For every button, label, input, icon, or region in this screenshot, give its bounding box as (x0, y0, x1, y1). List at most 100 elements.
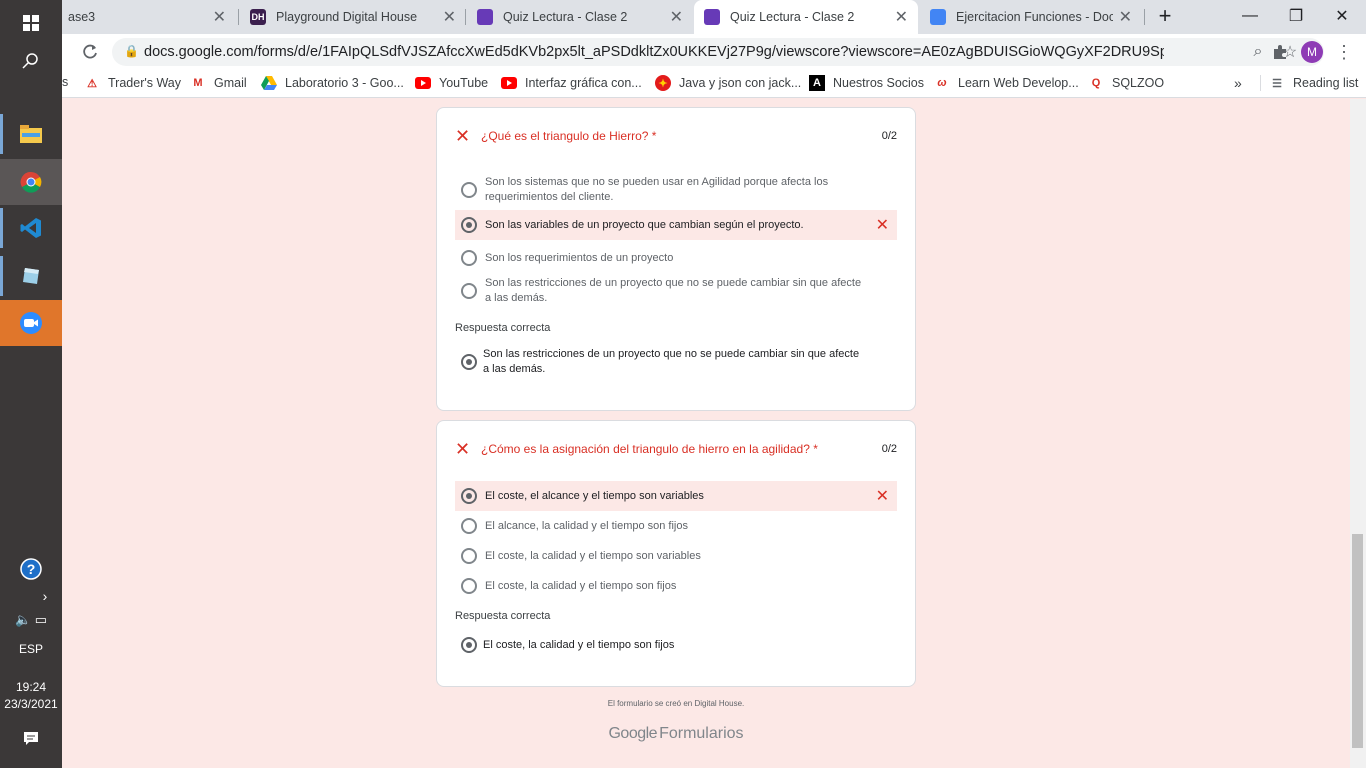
reading-list-icon: ☰ (1272, 77, 1282, 90)
new-tab-icon[interactable]: + (1142, 0, 1188, 32)
bookmark-traders-way[interactable]: ⚠ Trader's Way (84, 75, 181, 91)
close-window-icon[interactable]: ✕ (1319, 0, 1365, 32)
language-indicator[interactable]: ESP (0, 642, 62, 656)
reload-icon[interactable] (76, 38, 104, 66)
address-bar[interactable]: 🔒 docs.google.com/forms/d/e/1FAIpQLSdfVJ… (112, 38, 1324, 66)
search-icon[interactable] (0, 38, 62, 84)
question-title: ¿Qué es el triangulo de Hierro? * (481, 129, 657, 143)
form-page: ✕ ¿Qué es el triangulo de Hierro? * 0/2 … (62, 99, 1350, 768)
radio-button-selected[interactable] (461, 217, 477, 233)
question-card: ✕ ¿Qué es el triangulo de Hierro? * 0/2 … (436, 107, 916, 411)
radio-button[interactable] (461, 283, 477, 299)
bookmark-interfaz[interactable]: Interfaz gráfica con... (501, 75, 642, 91)
question-header: ✕ ¿Qué es el triangulo de Hierro? * 0/2 (455, 126, 897, 146)
option[interactable]: Son las restricciones de un proyecto que… (455, 275, 897, 307)
option[interactable]: El alcance, la calidad y el tiempo son f… (455, 516, 897, 536)
incorrect-icon: ✕ (455, 125, 471, 146)
java-icon: ✦ (655, 75, 671, 91)
close-icon[interactable]: ✕ (1119, 7, 1132, 27)
extensions-icon[interactable] (1266, 38, 1294, 66)
question-score: 0/2 (881, 443, 897, 455)
bookmark-java-json[interactable]: ✦ Java y json con jack... (655, 75, 801, 91)
option[interactable]: El coste, la calidad y el tiempo son var… (455, 546, 897, 566)
radio-button[interactable] (461, 182, 477, 198)
tab-quiz-1[interactable]: Quiz Lectura - Clase 2 ✕ (467, 0, 693, 34)
question-header: ✕ ¿Cómo es la asignación del triangulo d… (455, 439, 897, 459)
close-icon[interactable]: ✕ (213, 7, 226, 27)
reading-list[interactable]: ☰ Reading list (1260, 75, 1358, 91)
tab-title: ase3 (68, 10, 96, 24)
minimize-icon[interactable]: — (1227, 0, 1273, 32)
google-forms-icon (477, 9, 493, 25)
bookmark-item[interactable]: s (62, 75, 68, 89)
google-forms-icon (704, 9, 720, 25)
bookmark-youtube[interactable]: YouTube (415, 75, 488, 91)
menu-icon[interactable]: ⋮ (1330, 38, 1358, 66)
incorrect-icon: ✕ (455, 438, 471, 459)
tab-ejercitacion[interactable]: Ejercitacion Funciones - Docum ✕ (920, 0, 1142, 34)
tab-quiz-active[interactable]: Quiz Lectura - Clase 2 ✕ (694, 0, 918, 34)
radio-button-selected[interactable] (461, 488, 477, 504)
learn-icon: ω (937, 77, 947, 89)
url-text: docs.google.com/forms/d/e/1FAIpQLSdfVJSZ… (144, 44, 1164, 60)
a-icon: A (809, 75, 825, 91)
zoom-icon[interactable] (0, 300, 62, 346)
profile-avatar[interactable]: M (1298, 38, 1326, 66)
bookmark-learn-web[interactable]: ω Learn Web Develop... (934, 75, 1078, 91)
tab-title: Ejercitacion Funciones - Docum (956, 10, 1113, 24)
app-icon[interactable] (0, 253, 62, 299)
close-icon[interactable]: ✕ (895, 7, 908, 27)
windows-taskbar: ? › 🔈 ▭ ESP 19:24 23/3/2021 (0, 0, 62, 768)
clock-time[interactable]: 19:24 (0, 680, 62, 694)
option[interactable]: Son los sistemas que no se pueden usar e… (455, 174, 897, 206)
clock-date[interactable]: 23/3/2021 (0, 697, 62, 711)
bookmark-nuestros-socios[interactable]: A Nuestros Socios (809, 75, 924, 91)
youtube-icon (501, 75, 517, 91)
google-forms-logo[interactable]: Google Formularios (436, 725, 916, 743)
browser-toolbar: 🔒 docs.google.com/forms/d/e/1FAIpQLSdfVJ… (62, 34, 1366, 70)
tab-playground[interactable]: DH Playground Digital House ✕ (240, 0, 466, 34)
restore-icon[interactable]: ❐ (1273, 0, 1319, 32)
more-bookmarks-icon[interactable]: » (1234, 75, 1242, 91)
close-icon[interactable]: ✕ (443, 7, 456, 27)
option[interactable]: El coste, la calidad y el tiempo son fij… (455, 576, 897, 596)
chrome-icon[interactable] (0, 159, 62, 205)
google-docs-icon (930, 9, 946, 25)
notifications-icon[interactable] (0, 716, 62, 762)
gmail-icon: M (193, 77, 203, 89)
scrollbar-thumb[interactable] (1352, 534, 1363, 748)
option-selected-wrong[interactable]: Son las variables de un proyecto que cam… (455, 210, 897, 240)
radio-button[interactable] (461, 548, 477, 564)
triangle-icon: ⚠ (87, 77, 97, 90)
volume-battery-icons[interactable]: 🔈 ▭ (0, 597, 62, 643)
question-card: ✕ ¿Cómo es la asignación del triangulo d… (436, 420, 916, 687)
vscode-icon[interactable] (0, 205, 62, 251)
bookmarks-bar: s ⚠ Trader's Way M Gmail Laboratorio 3 - G… (62, 70, 1366, 98)
bookmark-sqlzoo[interactable]: Q SQLZOO (1088, 75, 1164, 91)
close-icon[interactable]: ✕ (670, 7, 683, 27)
correct-answer-label: Respuesta correcta (455, 322, 551, 334)
tab-clase3[interactable]: ase3 ✕ (58, 0, 236, 34)
option-selected-wrong[interactable]: El coste, el alcance y el tiempo son var… (455, 481, 897, 511)
file-explorer-icon[interactable] (0, 111, 62, 157)
bookmark-gmail[interactable]: M Gmail (190, 75, 246, 91)
radio-button[interactable] (461, 518, 477, 534)
correct-answer-label: Respuesta correcta (455, 610, 551, 622)
sqlzoo-icon: Q (1091, 77, 1101, 89)
option[interactable]: Son los requerimientos de un proyecto (455, 248, 897, 268)
bookmark-laboratorio[interactable]: Laboratorio 3 - Goo... (261, 75, 404, 91)
lock-icon[interactable]: 🔒 (124, 44, 139, 58)
wrong-answer-icon: ✕ (875, 216, 889, 234)
drive-icon (261, 75, 277, 91)
radio-button-selected (461, 637, 477, 653)
tab-title: Quiz Lectura - Clase 2 (730, 10, 855, 24)
question-title: ¿Cómo es la asignación del triangulo de … (481, 442, 818, 456)
digital-house-icon: DH (250, 9, 266, 25)
footer-note: El formulario se creó en Digital House. (607, 699, 745, 708)
radio-button[interactable] (461, 250, 477, 266)
radio-button[interactable] (461, 578, 477, 594)
question-score: 0/2 (881, 130, 897, 142)
wrong-answer-icon: ✕ (875, 487, 889, 505)
correct-answer: Son las restricciones de un proyecto que… (455, 346, 897, 378)
correct-answer: El coste, la calidad y el tiempo son fij… (455, 635, 897, 655)
